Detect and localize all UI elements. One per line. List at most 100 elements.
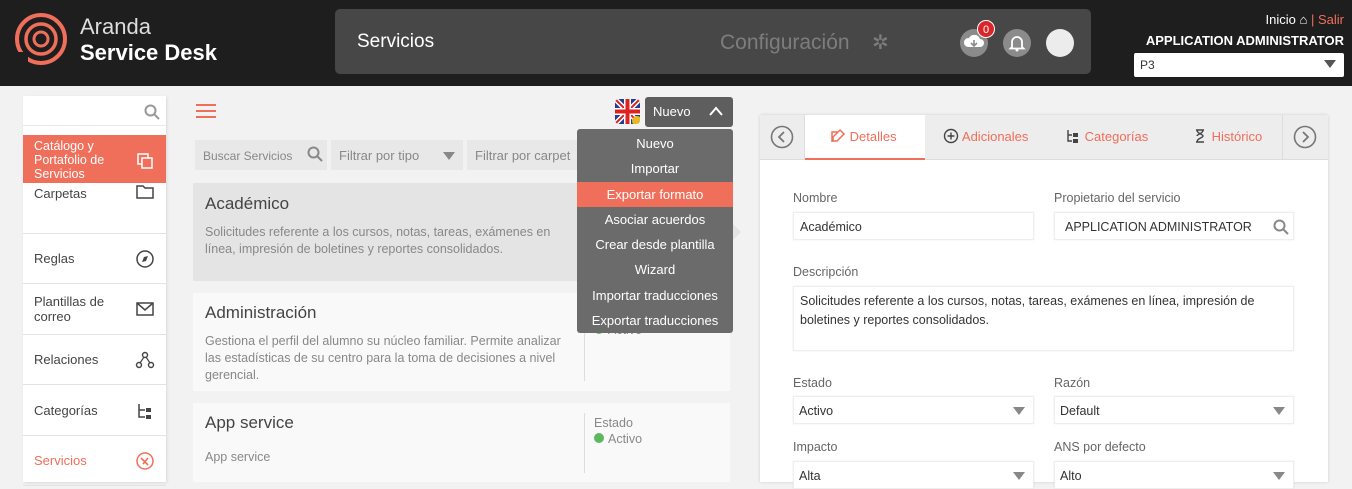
sidebar-item-label: Categorías — [34, 403, 98, 418]
notifications-button[interactable] — [1003, 29, 1031, 57]
hourglass-icon — [1196, 129, 1204, 143]
search-icon — [144, 104, 160, 120]
menu-item-wizard[interactable]: Wizard — [577, 257, 733, 282]
sidebar-item-relaciones[interactable]: Relaciones — [23, 335, 166, 385]
home-icon: ⌂ — [1299, 12, 1308, 27]
sidebar-item-label: Reglas — [34, 251, 75, 266]
bell-icon — [1008, 36, 1026, 52]
user-avatar-button[interactable] — [1046, 29, 1074, 57]
service-details-panel: Detalles Adicionales Categorías Históric… — [760, 115, 1328, 489]
sidebar-item-categorias[interactable]: Categorías — [23, 385, 166, 436]
razon-value: Default — [1060, 404, 1100, 418]
current-user: APPLICATION ADMINISTRATOR — [1145, 33, 1344, 48]
services-icon — [136, 452, 154, 470]
search-icon[interactable] — [1273, 219, 1289, 235]
tab-historico[interactable]: Histórico — [1192, 128, 1262, 144]
tab-adicionales[interactable]: Adicionales — [943, 128, 1028, 144]
status-dot — [594, 433, 604, 443]
descripcion-textarea[interactable]: Solicitudes referente a los cursos, nota… — [793, 286, 1294, 351]
brand-line1: Aranda — [80, 14, 151, 39]
hamburger-menu-icon[interactable] — [196, 104, 216, 118]
nombre-field[interactable]: Académico — [793, 212, 1034, 240]
nav-servicios[interactable]: Servicios — [357, 31, 434, 53]
status-value: Activo — [594, 432, 642, 446]
aranda-logo — [14, 13, 67, 66]
chevron-down-icon — [443, 152, 455, 160]
sidebar-item-plantillas[interactable]: Plantillas de correo — [23, 284, 166, 335]
owner-label: Propietario del servicio — [1054, 191, 1181, 205]
filter-folder-label: Filtrar por carpet — [475, 148, 571, 163]
estado-value: Activo — [799, 404, 834, 418]
sidebar: Catálogo y Portafolio de Servicios Carpe… — [23, 96, 166, 486]
search-placeholder: Buscar Servicios — [203, 149, 293, 163]
chevron-down-icon — [1013, 407, 1025, 415]
top-bar: Aranda Service Desk Servicios Configurac… — [0, 0, 1352, 86]
sidebar-item-carpetas[interactable]: Carpetas — [23, 183, 166, 234]
sidebar-item-servicios[interactable]: Servicios — [23, 436, 166, 486]
menu-item-crear-desde-plantilla[interactable]: Crear desde plantilla — [577, 232, 733, 257]
uk-flag-icon[interactable] — [615, 99, 640, 124]
status-label: Estado — [594, 416, 633, 430]
menu-item-exportar-formato[interactable]: Exportar formato — [577, 181, 733, 207]
impacto-select[interactable]: Alta — [793, 461, 1034, 489]
owner-field[interactable]: APPLICATION ADMINISTRATOR — [1054, 212, 1294, 240]
descripcion-label: Descripción — [793, 265, 859, 279]
sidebar-item-label: Catálogo y Portafolio de Servicios — [34, 139, 105, 181]
menu-item-importar[interactable]: Importar — [577, 156, 733, 181]
service-card-app-service[interactable]: App service App service Estado Activo — [193, 403, 730, 482]
filter-folder-select[interactable]: Filtrar por carpet — [467, 140, 577, 170]
filter-type-label: Filtrar por tipo — [339, 148, 420, 163]
module-nav: Servicios Configuración ✲ 0 — [335, 9, 1091, 74]
project-select[interactable]: P3 — [1134, 53, 1344, 77]
search-services-input[interactable]: Buscar Servicios — [195, 140, 327, 170]
sidebar-search[interactable] — [23, 96, 166, 126]
sidebar-item-label: Servicios — [34, 453, 87, 468]
nuevo-dropdown-menu: Nuevo Importar Exportar formato Asociar … — [577, 129, 733, 333]
service-description: Gestiona el perfil del alumno su núcleo … — [205, 334, 561, 382]
sidebar-item-label: Relaciones — [34, 352, 99, 367]
service-description: App service — [205, 450, 271, 464]
razon-select[interactable]: Default — [1054, 396, 1294, 424]
menu-item-exportar-traducciones[interactable]: Exportar traducciones — [577, 308, 733, 333]
impacto-label: Impacto — [793, 440, 838, 454]
razon-label: Razón — [1054, 376, 1091, 390]
filter-type-select[interactable]: Filtrar por tipo — [331, 140, 463, 170]
ans-value: Alto — [1060, 469, 1082, 483]
tab-text: Categorías — [1084, 129, 1149, 144]
folder-icon — [136, 185, 154, 199]
menu-item-nuevo[interactable]: Nuevo — [577, 131, 733, 156]
nuevo-dropdown-button[interactable]: Nuevo — [645, 97, 733, 127]
chevron-down-icon — [1273, 472, 1285, 480]
salir-link[interactable]: | Salir — [1311, 12, 1344, 27]
inicio-link[interactable]: Inicio — [1266, 12, 1296, 27]
session-links: Inicio ⌂ | Salir — [1266, 12, 1344, 27]
sidebar-item-label: Carpetas — [34, 186, 87, 201]
sidebar-item-catalogo[interactable]: Catálogo y Portafolio de Servicios — [23, 135, 166, 183]
project-value: P3 — [1140, 58, 1155, 72]
estado-select[interactable]: Activo — [793, 396, 1034, 424]
impacto-value: Alta — [799, 469, 821, 483]
tab-categorias[interactable]: Categorías — [1065, 128, 1148, 144]
tab-text: Histórico — [1211, 129, 1263, 144]
tab-detalles-label: Detalles — [830, 128, 897, 144]
next-arrow-icon[interactable] — [1293, 125, 1317, 149]
tab-text: Adicionales — [961, 129, 1029, 144]
service-title: Administración — [205, 303, 317, 322]
tab-text: Detalles — [849, 129, 897, 144]
edit-icon — [831, 128, 846, 142]
prev-arrow-icon[interactable] — [770, 125, 794, 149]
menu-item-importar-traducciones[interactable]: Importar traducciones — [577, 283, 733, 308]
details-tabs: Detalles Adicionales Categorías Históric… — [760, 115, 1328, 160]
menu-item-asociar-acuerdos[interactable]: Asociar acuerdos — [577, 207, 733, 232]
search-icon — [307, 146, 323, 162]
ans-select[interactable]: Alto — [1054, 461, 1294, 489]
notification-badge: 0 — [977, 20, 995, 38]
chevron-down-icon — [1013, 472, 1025, 480]
estado-label: Estado — [793, 376, 832, 390]
sidebar-item-reglas[interactable]: Reglas — [23, 234, 166, 284]
nuevo-button-label: Nuevo — [653, 104, 691, 119]
compass-icon — [136, 250, 154, 268]
tab-divider — [1282, 115, 1283, 160]
nav-configuracion[interactable]: Configuración — [720, 31, 850, 55]
chevron-down-icon — [1324, 60, 1336, 68]
